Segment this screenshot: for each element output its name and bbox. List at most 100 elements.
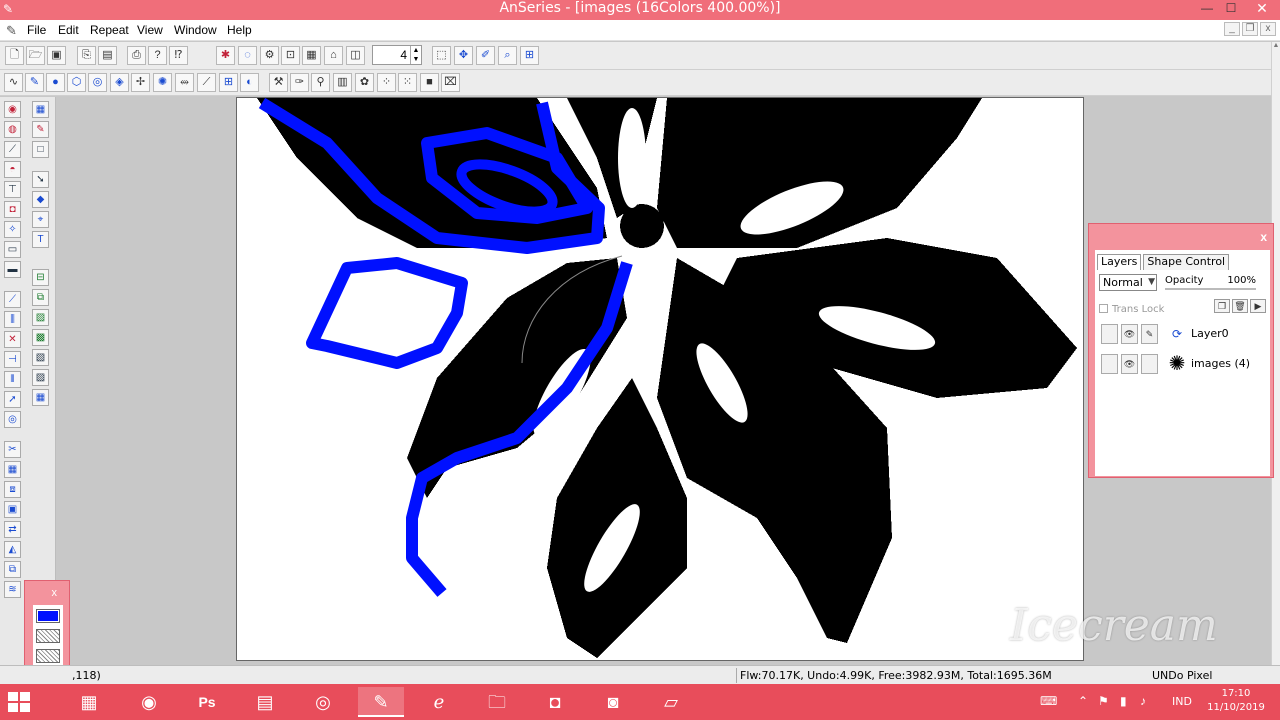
text-tool-icon[interactable]: T <box>32 231 49 248</box>
node-tool-icon[interactable]: ◆ <box>32 191 49 208</box>
photoshop-icon[interactable]: Ps <box>184 687 230 717</box>
pointer-tool-icon[interactable]: ➚ <box>4 391 21 408</box>
swatch-blue[interactable] <box>36 609 60 623</box>
blend-mode-select[interactable]: Normal ▼ <box>1099 274 1157 291</box>
image-tool-icon[interactable]: ⧈ <box>4 481 21 498</box>
print-icon[interactable]: ⎙ <box>127 46 146 65</box>
paste-icon[interactable]: ▤ <box>98 46 117 65</box>
pattern-tool-icon[interactable]: ✺ <box>153 73 172 92</box>
square-tool-icon[interactable]: ■ <box>420 73 439 92</box>
file-explorer-icon[interactable]: 🗀 <box>474 687 520 717</box>
brush-tool-icon[interactable]: ● <box>46 73 65 92</box>
eye-icon[interactable]: 👁 <box>1121 354 1138 374</box>
navigator-icon[interactable]: ⊞ <box>520 46 539 65</box>
trans-lock-checkbox[interactable]: Trans Lock <box>1099 304 1164 315</box>
triangle-tool-icon[interactable]: ◭ <box>4 541 21 558</box>
pencil-icon[interactable]: ✎ <box>1141 324 1158 344</box>
doc-minimize-button[interactable]: _ <box>1224 22 1240 36</box>
scissors-tool-icon[interactable]: ✂ <box>4 441 21 458</box>
chrome-icon[interactable]: ◎ <box>300 687 346 717</box>
windows-start-icon[interactable] <box>8 692 30 712</box>
help-icon[interactable]: ? <box>148 46 167 65</box>
copy-icon[interactable]: ⎘ <box>77 46 96 65</box>
pen-tool-icon[interactable]: ✎ <box>25 73 44 92</box>
save-icon[interactable]: ▣ <box>47 46 66 65</box>
open-folder-icon[interactable]: 🗁 <box>26 46 45 65</box>
compass-tool-icon[interactable]: ◎ <box>4 411 21 428</box>
grid-icon[interactable]: ▦ <box>302 46 321 65</box>
stroke-tool-icon[interactable]: ⟋ <box>197 73 216 92</box>
lasso-icon[interactable]: ◌ <box>238 46 257 65</box>
menu-window[interactable]: Window <box>174 23 217 37</box>
circle-tool-icon[interactable]: ◎ <box>88 73 107 92</box>
transform-tool-icon[interactable]: ✢ <box>131 73 150 92</box>
ruler-icon[interactable]: ⌂ <box>324 46 343 65</box>
swatch-hatch-1[interactable] <box>36 629 60 643</box>
flower-tool-icon[interactable]: ✿ <box>355 73 374 92</box>
volume-icon[interactable]: ♪ <box>1140 694 1146 708</box>
pencil-tool-icon[interactable]: ✎ <box>32 121 49 138</box>
crop-tool-icon[interactable]: ⌧ <box>441 73 460 92</box>
layer-stack-icon[interactable]: ⧉ <box>4 561 21 578</box>
delete-layer-icon[interactable]: 🗑 <box>1232 299 1248 313</box>
system-clock[interactable]: 17:10 11/10/2019 <box>1206 687 1266 715</box>
warp-tool-icon[interactable]: ⥈ <box>175 73 194 92</box>
marquee-select-icon[interactable]: ⬚ <box>432 46 451 65</box>
layer-menu-icon[interactable]: ▶ <box>1250 299 1266 313</box>
rectangle-tool-icon[interactable]: □ <box>32 141 49 158</box>
menu-help[interactable]: Help <box>227 23 252 37</box>
align-tool-icon[interactable]: ⫼ <box>4 311 21 328</box>
swatch-hatch-2[interactable] <box>36 649 60 663</box>
fabric-tool-icon[interactable]: ▨ <box>32 309 49 326</box>
eyedropper-icon[interactable]: ✐ <box>476 46 495 65</box>
target-tool-icon[interactable]: ⌖ <box>32 211 49 228</box>
maximize-button[interactable]: ☐ <box>1220 0 1242 18</box>
selector-arrow-icon[interactable]: ➘ <box>32 171 49 188</box>
fit-window-icon[interactable]: ⊡ <box>281 46 300 65</box>
notes-icon[interactable]: ▱ <box>648 687 694 717</box>
select-color-icon[interactable]: ⚙ <box>260 46 279 65</box>
layers-tool-icon[interactable]: ⧉ <box>32 289 49 306</box>
cross-tool-icon[interactable]: ✕ <box>4 331 21 348</box>
menu-file[interactable]: File <box>27 23 46 37</box>
screen-recorder-icon[interactable]: ◘ <box>532 687 578 717</box>
layer-lock-icon[interactable] <box>1101 354 1118 374</box>
paint-tool-icon[interactable]: ◉ <box>4 101 21 118</box>
context-help-icon[interactable]: ⁉ <box>169 46 188 65</box>
text-frame-icon[interactable]: ⊞ <box>219 73 238 92</box>
palette-close-button[interactable]: x <box>52 587 58 599</box>
frame-icon[interactable]: ◫ <box>346 46 365 65</box>
smudge-tool-icon[interactable]: ✧ <box>4 221 21 238</box>
menu-repeat[interactable]: Repeat <box>90 23 129 37</box>
keyboard-icon[interactable]: ⌨ <box>1040 694 1057 708</box>
stamp-tool-icon[interactable]: ◓ <box>4 161 21 178</box>
edit-slot-icon[interactable] <box>1141 354 1158 374</box>
layer-row[interactable]: 👁 ✺ images (4) <box>1097 350 1268 378</box>
needle-tool-icon[interactable]: ✑ <box>290 73 309 92</box>
tray-arrow-icon[interactable]: ⌃ <box>1078 694 1088 708</box>
flag-icon[interactable]: ⚑ <box>1098 694 1109 708</box>
new-layer-icon[interactable]: ❐ <box>1214 299 1230 313</box>
tab-shape-control[interactable]: Shape Control <box>1143 254 1230 270</box>
diagonal-hatch-icon[interactable]: ▨ <box>32 369 49 386</box>
dropper-tool-icon[interactable]: ⚲ <box>311 73 330 92</box>
layer-lock-icon[interactable] <box>1101 324 1118 344</box>
repeat-tool-icon[interactable]: ⊟ <box>32 269 49 286</box>
tab-layers[interactable]: Layers <box>1097 254 1142 270</box>
monitor-tool-icon[interactable]: ▬ <box>4 261 21 278</box>
image-canvas[interactable] <box>236 97 1084 661</box>
network-icon[interactable]: ▮ <box>1120 694 1127 708</box>
wave-tool-icon[interactable]: ≋ <box>4 581 21 598</box>
move-tool-icon[interactable]: ✥ <box>454 46 473 65</box>
line-tool-icon[interactable]: ⟋ <box>4 141 21 158</box>
zoom-icon[interactable]: ⌕ <box>498 46 517 65</box>
shape-tool-icon[interactable]: ⬡ <box>67 73 86 92</box>
eraser-tool-icon[interactable]: ◘ <box>4 201 21 218</box>
swap-tool-icon[interactable]: ⇄ <box>4 521 21 538</box>
knife-tool-icon[interactable]: ⚒ <box>269 73 288 92</box>
grid-fill-icon[interactable]: ▦ <box>32 101 49 118</box>
column-tool-icon[interactable]: ⦀ <box>4 371 21 388</box>
fill-tool-icon[interactable]: ◈ <box>110 73 129 92</box>
layers-close-button[interactable]: x <box>1260 230 1267 244</box>
scroll-up-icon[interactable]: ▲ <box>1272 42 1280 49</box>
